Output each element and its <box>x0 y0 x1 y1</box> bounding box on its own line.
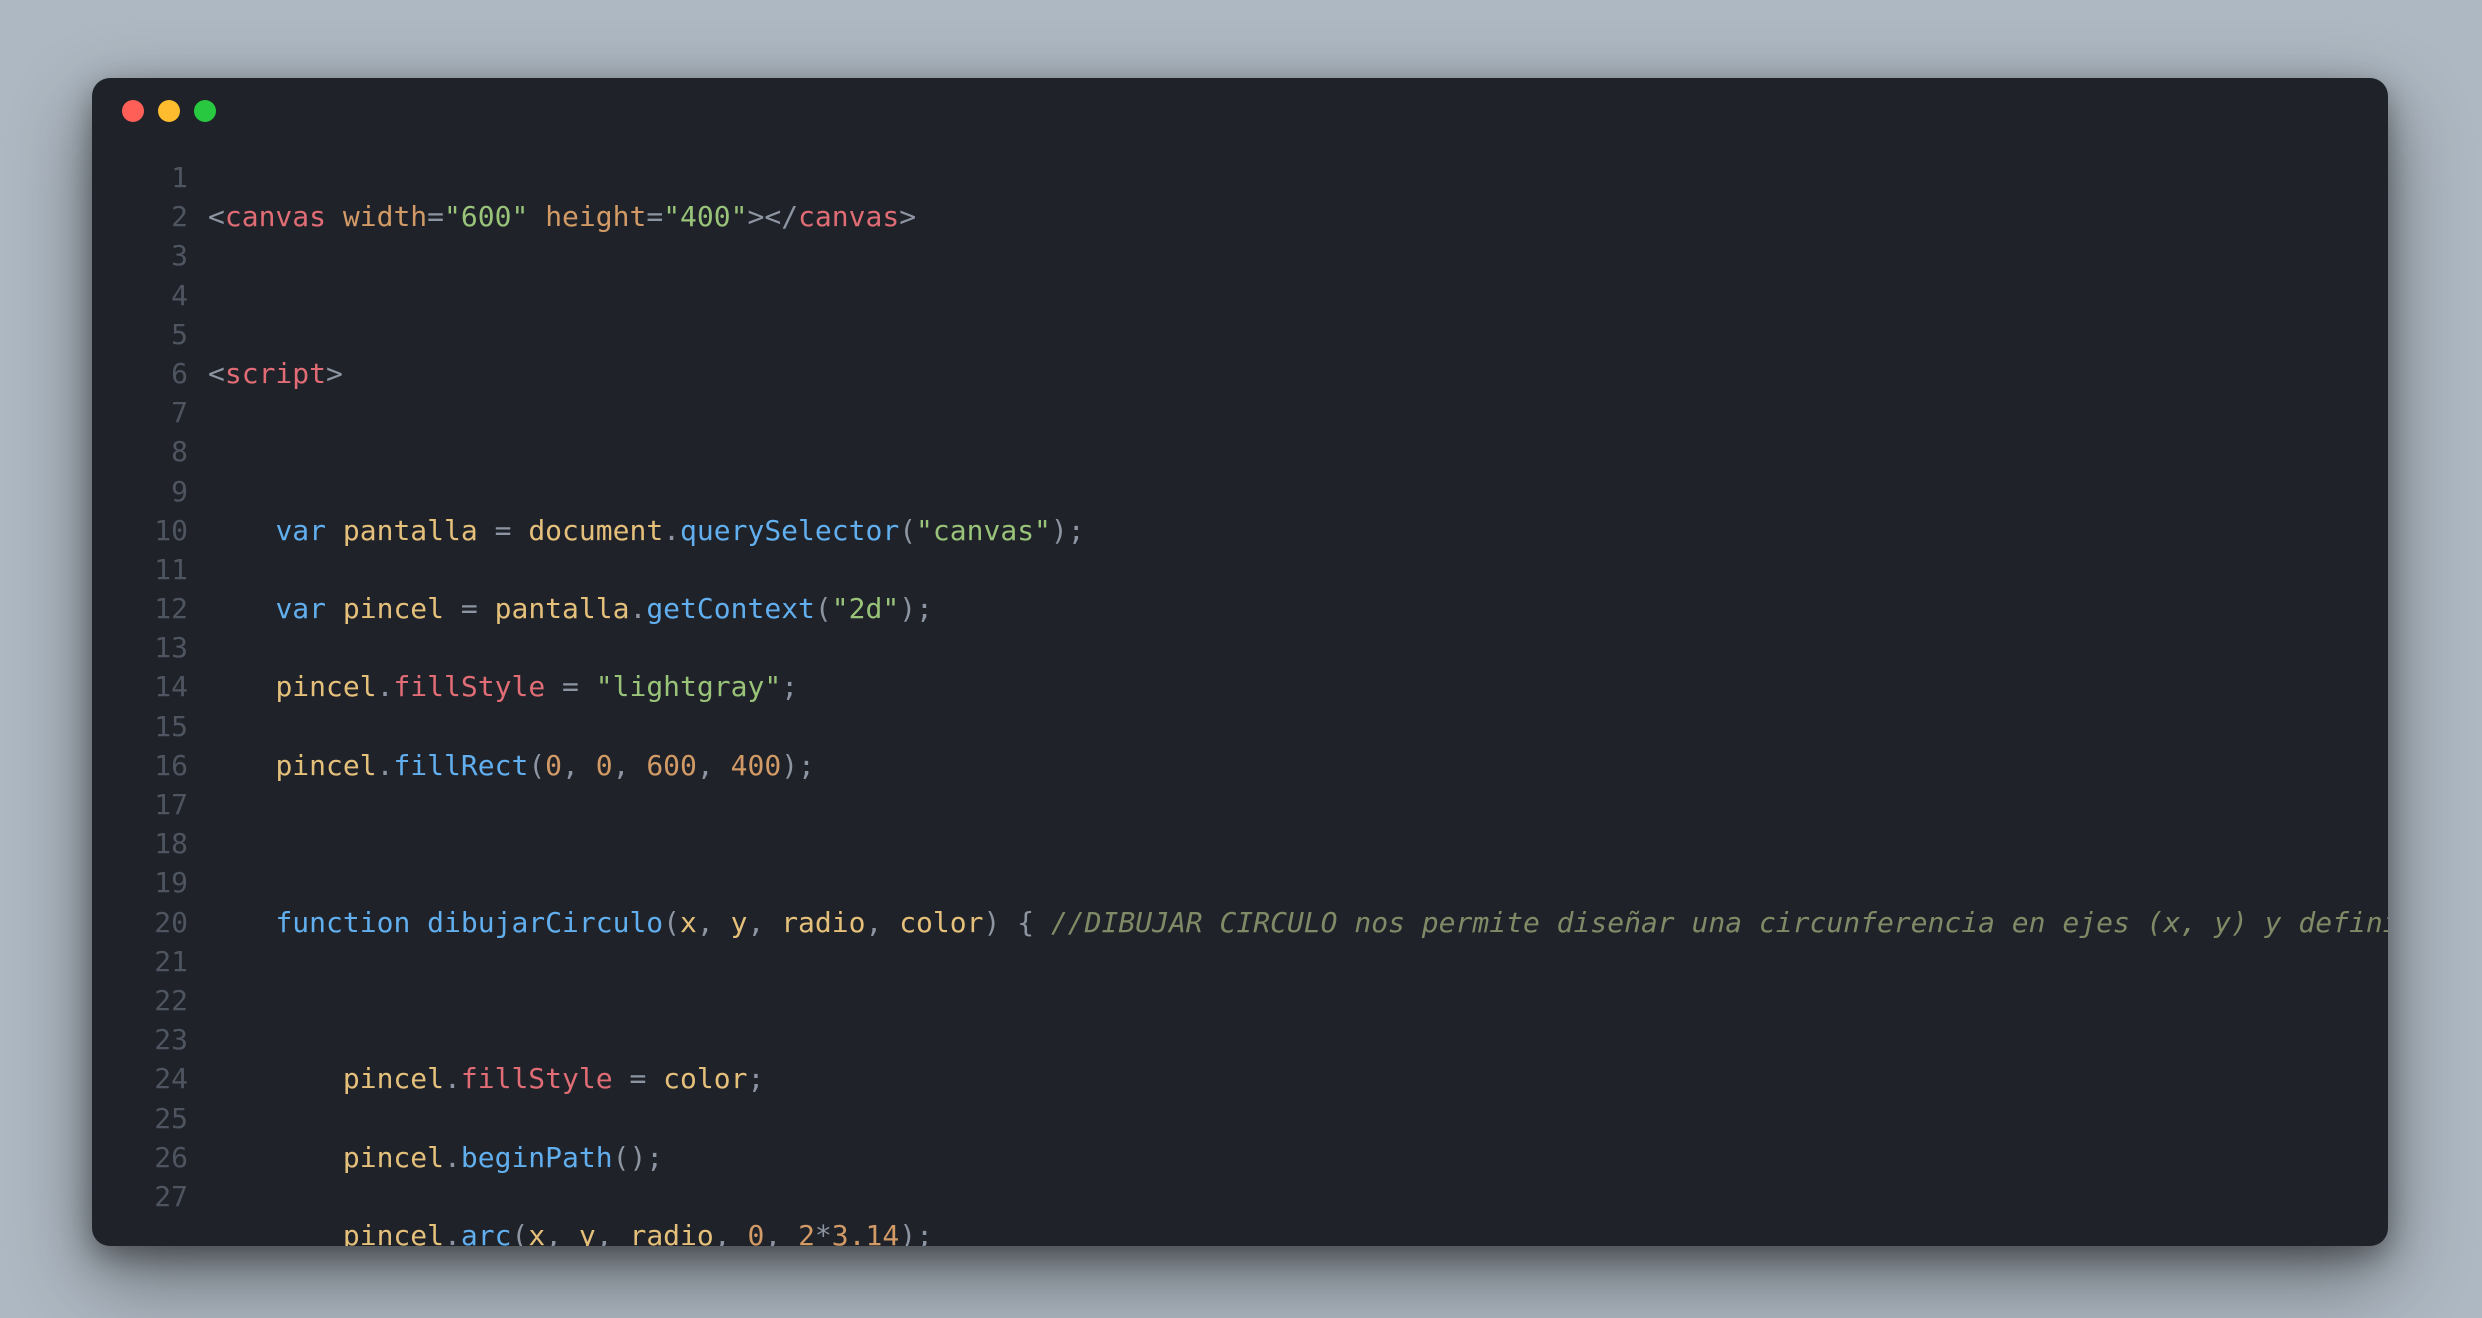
line-number: 18 <box>92 824 188 863</box>
code-editor-window: 1 2 3 4 5 6 7 8 9 10 11 12 13 14 15 16 1… <box>92 78 2388 1246</box>
line-number: 16 <box>92 746 188 785</box>
code-line[interactable]: <canvas width="600" height="400"></canva… <box>208 197 2388 236</box>
code-line[interactable] <box>208 276 2388 315</box>
line-number: 20 <box>92 903 188 942</box>
code-line[interactable] <box>208 824 2388 863</box>
code-line[interactable]: pincel.beginPath(); <box>208 1138 2388 1177</box>
line-number: 5 <box>92 315 188 354</box>
line-number: 12 <box>92 589 188 628</box>
code-line[interactable] <box>208 981 2388 1020</box>
line-number: 14 <box>92 667 188 706</box>
code-line[interactable]: var pincel = pantalla.getContext("2d"); <box>208 589 2388 628</box>
zoom-icon[interactable] <box>194 100 216 122</box>
line-number: 26 <box>92 1138 188 1177</box>
line-number: 3 <box>92 236 188 275</box>
line-number: 13 <box>92 628 188 667</box>
line-number: 19 <box>92 863 188 902</box>
code-area[interactable]: <canvas width="600" height="400"></canva… <box>208 158 2388 1246</box>
close-icon[interactable] <box>122 100 144 122</box>
code-line[interactable]: <script> <box>208 354 2388 393</box>
code-line[interactable] <box>208 432 2388 471</box>
line-number: 27 <box>92 1177 188 1216</box>
window-titlebar <box>92 78 2388 144</box>
line-number: 11 <box>92 550 188 589</box>
code-line[interactable]: function dibujarCirculo(x, y, radio, col… <box>208 903 2388 942</box>
line-number: 17 <box>92 785 188 824</box>
line-number: 2 <box>92 197 188 236</box>
line-number: 23 <box>92 1020 188 1059</box>
line-number: 6 <box>92 354 188 393</box>
line-number: 7 <box>92 393 188 432</box>
code-line[interactable]: pincel.fillStyle = color; <box>208 1059 2388 1098</box>
line-number: 15 <box>92 707 188 746</box>
line-number: 25 <box>92 1099 188 1138</box>
line-number: 1 <box>92 158 188 197</box>
code-line[interactable]: pincel.fillRect(0, 0, 600, 400); <box>208 746 2388 785</box>
line-number: 10 <box>92 511 188 550</box>
line-number: 24 <box>92 1059 188 1098</box>
line-number: 4 <box>92 276 188 315</box>
line-number-gutter: 1 2 3 4 5 6 7 8 9 10 11 12 13 14 15 16 1… <box>92 158 208 1246</box>
line-number: 21 <box>92 942 188 981</box>
code-line[interactable]: var pantalla = document.querySelector("c… <box>208 511 2388 550</box>
line-number: 22 <box>92 981 188 1020</box>
line-number: 9 <box>92 472 188 511</box>
code-line[interactable]: pincel.arc(x, y, radio, 0, 2*3.14); <box>208 1216 2388 1246</box>
line-number: 8 <box>92 432 188 471</box>
minimize-icon[interactable] <box>158 100 180 122</box>
editor-body[interactable]: 1 2 3 4 5 6 7 8 9 10 11 12 13 14 15 16 1… <box>92 144 2388 1246</box>
code-line[interactable]: pincel.fillStyle = "lightgray"; <box>208 667 2388 706</box>
